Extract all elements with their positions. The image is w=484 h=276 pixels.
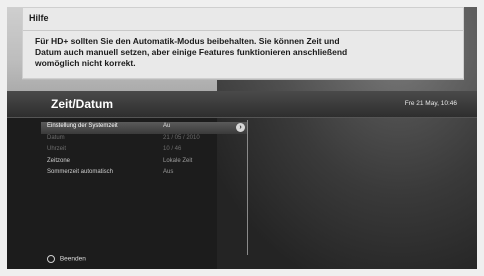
- setting-label: Datum: [47, 134, 65, 141]
- setting-row-dst[interactable]: Sommerzeit automatisch Aus: [47, 168, 247, 180]
- exit-label: Beenden: [59, 255, 86, 263]
- help-title: Hilfe: [29, 13, 149, 27]
- help-divider: [23, 30, 463, 31]
- help-popup: Hilfe Für HD+ sollten Sie den Automatik-…: [22, 7, 464, 79]
- tv-screen: Hilfe Für HD+ sollten Sie den Automatik-…: [7, 7, 477, 269]
- setting-row-date[interactable]: Datum 21 / 05 / 2010: [47, 134, 247, 146]
- setting-value: Lokale Zeit: [163, 157, 193, 164]
- help-line: womöglich nicht korrekt.: [35, 58, 136, 68]
- setting-value: 10 / 46: [163, 146, 182, 152]
- setting-row-timezone[interactable]: Zeitzone Lokale Zeit: [47, 157, 247, 169]
- setting-value: 21 / 05 / 2010: [163, 134, 200, 141]
- page-title: Zeit/Datum: [51, 97, 114, 111]
- setting-value: Au: [163, 123, 171, 129]
- help-text: Für HD+ sollten Sie den Automatik-Modus …: [35, 36, 455, 69]
- setting-label: Sommerzeit automatisch: [47, 169, 114, 175]
- setting-value: Aus: [163, 169, 174, 175]
- help-line: Datum auch manuell setzen, aber einige F…: [35, 47, 348, 57]
- settings-list: Einstellung der Systemzeit Au › Datum 21…: [41, 122, 247, 180]
- setting-row-time[interactable]: Uhrzeit 10 / 46: [47, 145, 247, 157]
- setting-label: Zeitzone: [47, 157, 71, 164]
- help-line: Für HD+ sollten Sie den Automatik-Modus …: [35, 36, 340, 46]
- exit-button-icon: [47, 255, 55, 263]
- current-datetime: Fre 21 May, 10:46: [404, 100, 457, 107]
- setting-label: Uhrzeit: [47, 146, 67, 152]
- header-bar: Zeit/Datum Fre 21 May, 10:46: [7, 91, 477, 118]
- setting-row-system-time[interactable]: Einstellung der Systemzeit Au ›: [41, 122, 247, 134]
- chevron-right-icon[interactable]: ›: [236, 123, 245, 132]
- panel-divider: [247, 120, 248, 255]
- setting-label: Einstellung der Systemzeit: [47, 123, 118, 129]
- footer-exit[interactable]: Beenden: [47, 255, 86, 263]
